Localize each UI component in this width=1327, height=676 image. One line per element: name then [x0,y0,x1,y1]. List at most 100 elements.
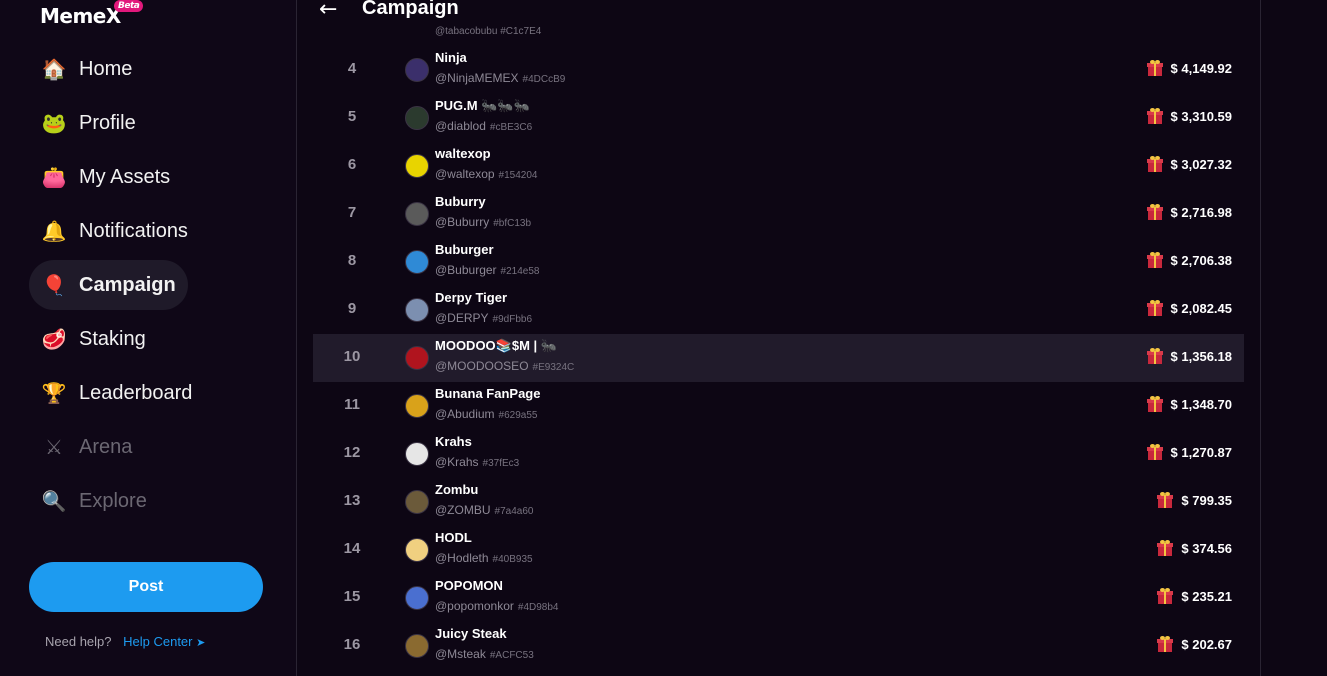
leaderboard-row[interactable]: 6 waltexop @waltexop #154204 $ 3,027.32 [313,142,1244,190]
avatar[interactable] [405,394,429,418]
avatar[interactable] [405,442,429,466]
sidebar-item-staking[interactable]: 🥩 Staking [29,314,158,364]
user-name[interactable]: Buburger [435,242,494,257]
leaderboard-row[interactable]: 12 Krahs @Krahs #37fEc3 $ 1,270.87 [313,430,1244,478]
reward-value: $ 374.56 [1181,540,1232,556]
partial-row-handle: @tabacobubu #C1c7E4 [435,26,541,37]
user-name[interactable]: Krahs [435,434,472,449]
help-center-link[interactable]: Help Center ➤ [123,634,205,649]
user-name[interactable]: Zombu [435,482,478,497]
avatar[interactable] [405,346,429,370]
user-name[interactable]: Ninja [435,50,467,65]
leaderboard-row[interactable]: 4 Ninja @NinjaMEMEX #4DCcB9 $ 4,149.92 [313,46,1244,94]
arrow-left-icon[interactable]: ← [319,0,337,22]
rank-number: 11 [344,396,360,413]
avatar[interactable] [405,490,429,514]
user-name[interactable]: Buburry [435,194,486,209]
leaderboard-row[interactable]: 15 POPOMON @popomonkor #4D98b4 $ 235.21 [313,574,1244,622]
memex-logo[interactable]: MemeX Beta [40,0,144,28]
leaderboard-row[interactable]: 8 Buburger @Buburger #214e58 $ 2,706.38 [313,238,1244,286]
rank-number: 12 [343,444,361,461]
avatar[interactable] [405,250,429,274]
podium-icon: 🏆 [41,381,67,405]
sidebar-item-explore[interactable]: 🔍 Explore [29,476,159,526]
user-tag: #4D98b4 [517,602,559,613]
page-title: Campaign [362,0,459,19]
user-handle: @waltexop [435,167,495,181]
user-name[interactable]: waltexop [435,146,491,161]
reward-amount: $ 3,310.59 [1146,108,1232,124]
sidebar-item-leaderboard[interactable]: 🏆 Leaderboard [29,368,204,418]
partial-handle: @tabacobubu [435,26,498,37]
avatar[interactable] [405,106,429,130]
user-tag: #154204 [498,170,538,181]
sidebar-item-label: Campaign [79,273,176,296]
reward-amount: $ 235.21 [1157,588,1232,604]
leaderboard-row[interactable]: 11 Bunana FanPage @Abudium #629a55 $ 1,34… [313,382,1244,430]
gift-icon [1146,348,1163,364]
sidebar-item-home[interactable]: 🏠 Home [29,44,144,94]
leaderboard-row[interactable]: 10 MOODOO📚$M | 🐜 @MOODOOSEO #E9324C $ 1,3… [313,334,1244,382]
user-name[interactable]: HODL [435,530,472,545]
help-text: Need help? [45,634,112,649]
leaderboard-row[interactable]: 9 Derpy Tiger @DERPY #9dFbb6 $ 2,082.45 [313,286,1244,334]
leaderboard-row[interactable]: 16 Juicy Steak @Msteak #ACFC53 $ 202.67 [313,622,1244,670]
sidebar-item-arena[interactable]: ⚔ Arena [29,422,144,472]
reward-value: $ 3,027.32 [1170,156,1232,172]
gift-icon [1157,588,1174,604]
reward-value: $ 799.35 [1181,492,1232,508]
avatar[interactable] [405,538,429,562]
avatar[interactable] [405,298,429,322]
user-handle: @Msteak [435,647,486,661]
sidebar-item-campaign[interactable]: 🎈 Campaign [29,260,188,310]
avatar[interactable] [405,202,429,226]
leaderboard-row[interactable]: 5 PUG.M 🐜🐜🐜 @diablod #cBE3C6 $ 3,310.59 [313,94,1244,142]
leaderboard-row[interactable]: 13 Zombu @ZOMBU #7a4a60 $ 799.35 [313,478,1244,526]
leaderboard-row[interactable]: 7 Buburry @Buburry #bfC13b $ 2,716.98 [313,190,1244,238]
sidebar-item-label: Staking [79,327,146,350]
user-tag: #629a55 [498,410,538,421]
user-handle-line: @MOODOOSEO #E9324C [435,359,574,373]
user-name[interactable]: MOODOO📚$M | 🐜 [435,338,557,354]
reward-value: $ 1,270.87 [1170,444,1232,460]
user-tag: #37fEc3 [482,458,520,469]
sidebar-item-notifications[interactable]: 🔔 Notifications [29,206,200,256]
magnifier-icon: 🔍 [41,489,67,513]
sidebar-item-label: Profile [79,111,136,134]
user-handle: @popomonkor [435,599,514,613]
gift-icon [1146,156,1163,172]
post-button[interactable]: Post [29,562,263,612]
sidebar-item-label: Arena [79,435,133,458]
sidebar-item-label: Home [79,57,133,80]
user-name[interactable]: Bunana FanPage [435,386,540,401]
house-icon: 🏠 [41,57,67,81]
balloon-icon: 🎈 [41,273,67,297]
reward-value: $ 4,149.92 [1170,60,1232,76]
user-handle-line: @Abudium #629a55 [435,407,537,421]
user-handle-line: @Msteak #ACFC53 [435,647,534,661]
avatar[interactable] [405,154,429,178]
reward-amount: $ 3,027.32 [1146,156,1232,172]
reward-value: $ 235.21 [1181,588,1232,604]
user-name[interactable]: Derpy Tiger [435,290,507,305]
user-tag: #bfC13b [493,218,532,229]
leaderboard-row[interactable]: 14 HODL @Hodleth #40B935 $ 374.56 [313,526,1244,574]
reward-value: $ 2,706.38 [1170,252,1232,268]
sidebar-item-my-assets[interactable]: 👛 My Assets [29,152,182,202]
user-name[interactable]: POPOMON [435,578,503,593]
avatar[interactable] [405,634,429,658]
user-tag: #cBE3C6 [489,122,533,133]
user-tag: #9dFbb6 [492,314,533,325]
user-name[interactable]: Juicy Steak [435,626,507,641]
user-name[interactable]: PUG.M 🐜🐜🐜 [435,98,530,114]
user-handle-line: @NinjaMEMEX #4DCcB9 [435,71,565,85]
user-handle-line: @Buburger #214e58 [435,263,539,277]
avatar[interactable] [405,58,429,82]
sidebar-item-profile[interactable]: 🐸 Profile [29,98,148,148]
avatar[interactable] [405,586,429,610]
rank-number: 4 [347,60,357,77]
gift-icon [1146,300,1163,316]
user-handle: @Hodleth [435,551,489,565]
reward-value: $ 202.67 [1181,636,1232,652]
gift-icon [1146,252,1163,268]
